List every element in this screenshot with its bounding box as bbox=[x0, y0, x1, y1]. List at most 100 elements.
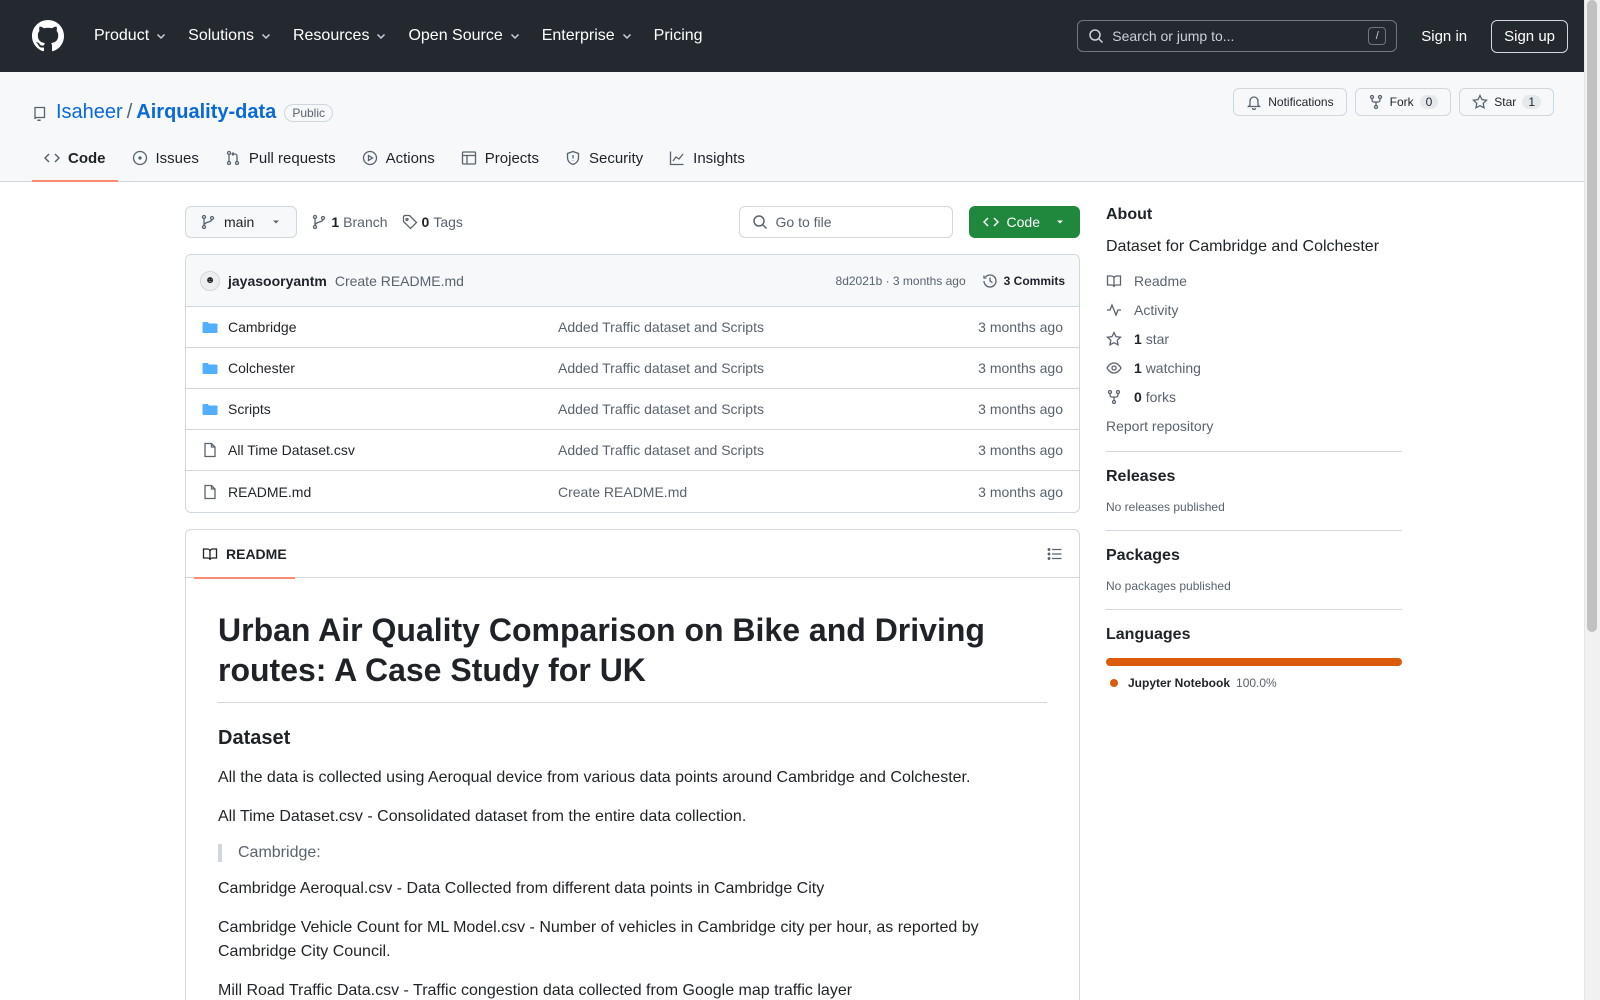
list-icon[interactable] bbox=[1047, 546, 1063, 562]
forks-count: 0 bbox=[1134, 389, 1142, 405]
shield-icon bbox=[566, 150, 580, 166]
pull-request-icon bbox=[226, 150, 240, 166]
code-dropdown-button[interactable]: Code bbox=[968, 206, 1080, 238]
repo-icon bbox=[34, 106, 46, 121]
sign-up-button[interactable]: Sign up bbox=[1491, 19, 1568, 53]
commits-history-link[interactable]: 3 Commits bbox=[982, 273, 1065, 289]
nav-pricing[interactable]: Pricing bbox=[646, 27, 711, 45]
global-nav: Product Solutions Resources Open Source … bbox=[86, 27, 716, 45]
chevron-down-icon bbox=[510, 33, 519, 40]
folder-icon bbox=[202, 404, 218, 415]
nav-solutions[interactable]: Solutions bbox=[180, 27, 280, 45]
readme-heading-dataset: Dataset bbox=[218, 727, 291, 749]
file-commit-message[interactable]: Added Traffic dataset and Scripts bbox=[558, 319, 978, 335]
tab-projects[interactable]: Projects bbox=[449, 135, 551, 181]
nav-open-source[interactable]: Open Source bbox=[400, 27, 528, 45]
readme-paragraph: Cambridge Vehicle Count for ML Model.csv… bbox=[218, 919, 979, 960]
readme-paragraph: All Time Dataset.csv - Consolidated data… bbox=[218, 808, 747, 825]
branch-label: Branch bbox=[343, 214, 388, 230]
chevron-down-icon bbox=[261, 33, 270, 40]
tab-issues[interactable]: Issues bbox=[120, 135, 211, 181]
file-name-link[interactable]: Cambridge bbox=[228, 319, 558, 335]
file-row[interactable]: README.md Create README.md 3 months ago bbox=[186, 471, 1079, 512]
repo-owner-link[interactable]: Isaheer bbox=[56, 101, 123, 124]
file-row[interactable]: All Time Dataset.csv Added Traffic datase… bbox=[186, 430, 1079, 471]
watchers-link[interactable]: 1 watching bbox=[1106, 359, 1402, 377]
star-button[interactable]: Star 1 bbox=[1459, 88, 1554, 116]
nav-resources[interactable]: Resources bbox=[285, 27, 395, 45]
caret-down-icon bbox=[1057, 220, 1063, 224]
branches-link[interactable]: 1 Branch bbox=[311, 214, 388, 230]
commit-message-link[interactable]: Create README.md bbox=[335, 273, 464, 289]
file-name-link[interactable]: README.md bbox=[228, 484, 558, 500]
nav-product[interactable]: Product bbox=[86, 27, 175, 45]
global-search-input[interactable]: Search or jump to... / bbox=[1077, 20, 1398, 52]
repo-tabs: Code Issues Pull requests Actions Projec… bbox=[32, 135, 759, 182]
go-to-file-input[interactable]: Go to file bbox=[738, 206, 953, 238]
tab-actions[interactable]: Actions bbox=[350, 135, 447, 181]
tab-pull-requests[interactable]: Pull requests bbox=[213, 135, 348, 181]
graph-icon bbox=[670, 151, 684, 166]
notifications-button[interactable]: Notifications bbox=[1233, 88, 1347, 116]
packages-title[interactable]: Packages bbox=[1106, 547, 1402, 565]
tab-security[interactable]: Security bbox=[553, 135, 655, 181]
file-commit-message[interactable]: Added Traffic dataset and Scripts bbox=[558, 442, 978, 458]
file-commit-message[interactable]: Added Traffic dataset and Scripts bbox=[558, 360, 978, 376]
stars-label: star bbox=[1145, 331, 1170, 347]
file-name-link[interactable]: All Time Dataset.csv bbox=[228, 442, 558, 458]
language-item[interactable]: Jupyter Notebook 100.0% bbox=[1106, 676, 1402, 690]
watching-count: 1 bbox=[1134, 360, 1142, 376]
branch-selector[interactable]: main bbox=[185, 206, 298, 238]
tags-link[interactable]: 0 Tags bbox=[402, 214, 463, 230]
language-color-dot bbox=[1110, 679, 1118, 687]
sidebar-divider bbox=[1106, 609, 1402, 610]
report-repository-link[interactable]: Report repository bbox=[1106, 417, 1402, 435]
activity-link[interactable]: Activity bbox=[1106, 301, 1402, 319]
language-name: Jupyter Notebook bbox=[1128, 676, 1231, 690]
fork-count: 0 bbox=[1419, 95, 1439, 109]
tab-pull-requests-label: Pull requests bbox=[248, 149, 336, 167]
tag-count: 0 bbox=[421, 214, 430, 230]
file-row[interactable]: Cambridge Added Traffic dataset and Scrip… bbox=[186, 307, 1079, 348]
readme-paragraph: All the data is collected using Aeroqual… bbox=[218, 769, 971, 786]
file-commit-message[interactable]: Create README.md bbox=[558, 484, 978, 500]
scrollbar-thumb[interactable] bbox=[1587, 0, 1597, 632]
file-row[interactable]: Scripts Added Traffic dataset and Scripts… bbox=[186, 389, 1079, 430]
tab-insights[interactable]: Insights bbox=[657, 135, 757, 181]
sidebar-divider bbox=[1106, 530, 1402, 531]
table-icon bbox=[461, 151, 476, 165]
commit-hash-and-time[interactable]: 8d2021b · 3 months ago bbox=[836, 274, 966, 288]
stars-link[interactable]: 1 star bbox=[1106, 330, 1402, 348]
repo-name-link[interactable]: Airquality-data bbox=[136, 101, 276, 124]
readme-tab[interactable]: README bbox=[194, 530, 295, 579]
file-commit-date: 3 months ago bbox=[978, 401, 1063, 417]
tab-code[interactable]: Code bbox=[32, 135, 118, 182]
file-row[interactable]: Colchester Added Traffic dataset and Scri… bbox=[186, 348, 1079, 389]
file-name-link[interactable]: Scripts bbox=[228, 401, 558, 417]
visibility-badge: Public bbox=[284, 103, 333, 122]
file-toolbar: main 1 Branch 0 Tags Go to file Code bbox=[185, 206, 1080, 238]
page-scrollbar[interactable] bbox=[1584, 0, 1600, 1000]
releases-title[interactable]: Releases bbox=[1106, 468, 1402, 486]
file-list: ☻ jayasooryantm Create README.md 8d2021b… bbox=[185, 254, 1080, 513]
code-icon bbox=[982, 217, 999, 227]
nav-pricing-label: Pricing bbox=[653, 27, 703, 44]
caret-down-icon bbox=[273, 220, 280, 224]
avatar[interactable]: ☻ bbox=[200, 270, 220, 291]
latest-commit-bar: ☻ jayasooryantm Create README.md 8d2021b… bbox=[186, 255, 1079, 307]
folder-icon bbox=[202, 363, 218, 374]
forks-link[interactable]: 0 forks bbox=[1106, 388, 1402, 406]
file-icon bbox=[204, 484, 216, 499]
readme-link[interactable]: Readme bbox=[1106, 272, 1402, 290]
sign-in-link[interactable]: Sign in bbox=[1421, 28, 1467, 45]
file-name-link[interactable]: Colchester bbox=[228, 360, 558, 376]
fork-button[interactable]: Fork 0 bbox=[1354, 88, 1452, 116]
file-commit-message[interactable]: Added Traffic dataset and Scripts bbox=[558, 401, 978, 417]
commit-author-link[interactable]: jayasooryantm bbox=[228, 273, 327, 289]
github-logo-icon[interactable] bbox=[32, 19, 66, 53]
sidebar: About Dataset for Cambridge and Colchest… bbox=[1106, 206, 1402, 690]
nav-enterprise[interactable]: Enterprise bbox=[534, 27, 641, 45]
readme-paragraph: Mill Road Traffic Data.csv - Traffic con… bbox=[218, 982, 853, 999]
repo-header: Isaheer / Airquality-data Public Notific… bbox=[0, 72, 1600, 182]
star-icon bbox=[1106, 331, 1122, 346]
